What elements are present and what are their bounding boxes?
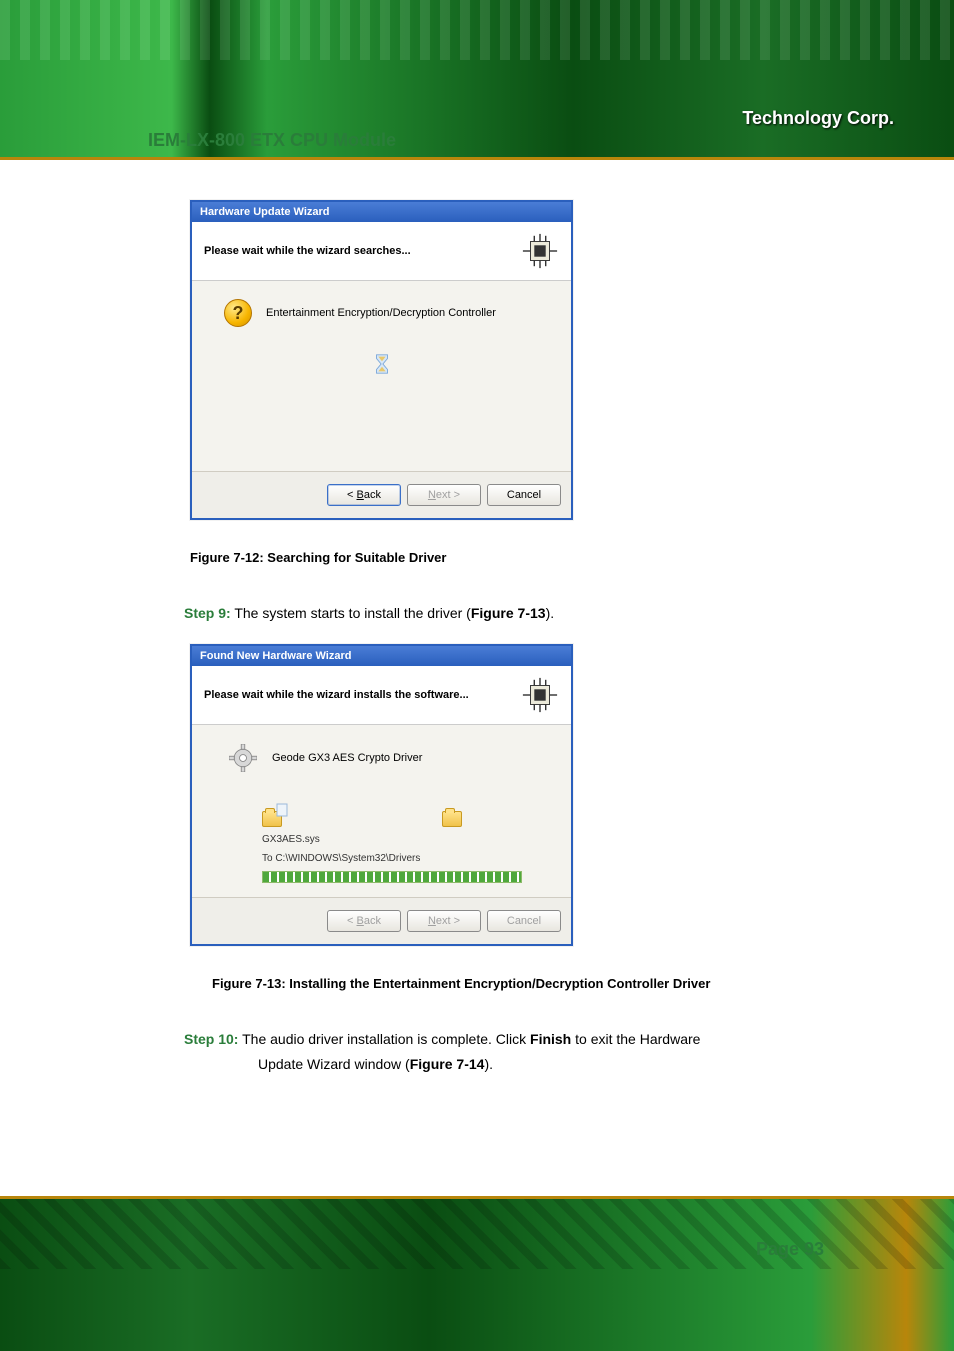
- wizard-heading: Please wait while the wizard installs th…: [204, 689, 469, 701]
- header-banner: Technology Corp.: [0, 0, 954, 160]
- next-button[interactable]: Next >: [407, 910, 481, 932]
- cancel-button[interactable]: Cancel: [487, 484, 561, 506]
- next-button[interactable]: Next >: [407, 484, 481, 506]
- device-row: ? Entertainment Encryption/Decryption Co…: [224, 299, 557, 327]
- step-9-text-a: The system starts to install the driver …: [234, 605, 471, 621]
- step-10-text-b: to exit the Hardware: [571, 1031, 700, 1047]
- back-button[interactable]: < Back: [327, 484, 401, 506]
- dest-folder-icon: [442, 811, 462, 827]
- step-10-text-d: ).: [484, 1056, 493, 1072]
- step-9-label: Step 9:: [184, 605, 231, 621]
- device-chip-icon: [521, 676, 559, 714]
- progress-bar: [262, 871, 522, 883]
- document-title: IEM-LX-800 ETX CPU Module: [148, 130, 396, 151]
- back-button[interactable]: < Back: [327, 910, 401, 932]
- step-10-text-c: Update Wizard window (: [258, 1056, 410, 1072]
- step-9: Step 9: The system starts to install the…: [184, 601, 834, 626]
- cancel-button[interactable]: Cancel: [487, 910, 561, 932]
- figure-7-12-caption: Figure 7-12: Searching for Suitable Driv…: [190, 550, 834, 565]
- wizard-titlebar: Found New Hardware Wizard: [192, 646, 571, 666]
- wizard-footer: < Back Next > Cancel: [192, 897, 571, 944]
- file-copy-area: GX3AES.sys To C:\WINDOWS\System32\Driver…: [262, 811, 557, 883]
- found-new-hardware-wizard: Found New Hardware Wizard Please wait wh…: [190, 644, 573, 946]
- document-fly-icon: [276, 803, 290, 817]
- driver-name: Geode GX3 AES Crypto Driver: [272, 752, 422, 764]
- wizard-footer: < Back Next > Cancel: [192, 471, 571, 518]
- brand-text: Technology Corp.: [742, 108, 894, 129]
- device-label: Entertainment Encryption/Decryption Cont…: [266, 307, 496, 319]
- page-content: Hardware Update Wizard Please wait while…: [0, 160, 954, 1078]
- wizard-header: Please wait while the wizard installs th…: [192, 666, 571, 725]
- step-9-text-b: ).: [546, 605, 555, 621]
- step-10-label: Step 10:: [184, 1031, 238, 1047]
- step-10: Step 10: The audio driver installation i…: [184, 1027, 834, 1077]
- question-mark-icon: ?: [224, 299, 252, 327]
- page-number: Page 93: [756, 1239, 824, 1260]
- hardware-update-wizard: Hardware Update Wizard Please wait while…: [190, 200, 573, 520]
- copy-file-name: GX3AES.sys: [262, 833, 557, 846]
- step-10-finish: Finish: [530, 1031, 571, 1047]
- footer-banner: Page 93: [0, 1196, 954, 1351]
- step-9-figure-ref: Figure 7-13: [471, 605, 546, 621]
- copy-destination: To C:\WINDOWS\System32\Drivers: [262, 852, 557, 865]
- step-10-text-a: The audio driver installation is complet…: [242, 1031, 530, 1047]
- step-10-figure-ref: Figure 7-14: [410, 1056, 485, 1072]
- wizard-body: Geode GX3 AES Crypto Driver GX3AES.sys T…: [192, 725, 571, 897]
- wizard-header: Please wait while the wizard searches...: [192, 222, 571, 281]
- install-row: Geode GX3 AES Crypto Driver: [228, 743, 557, 773]
- figure-7-13-caption: Figure 7-13: Installing the Entertainmen…: [212, 976, 834, 991]
- folder-row: [262, 811, 557, 827]
- wizard-titlebar: Hardware Update Wizard: [192, 202, 571, 222]
- wizard-body: ? Entertainment Encryption/Decryption Co…: [192, 281, 571, 471]
- wizard-heading: Please wait while the wizard searches...: [204, 245, 411, 257]
- device-chip-icon: [521, 232, 559, 270]
- hourglass-icon: [371, 353, 393, 375]
- gear-icon: [228, 743, 258, 773]
